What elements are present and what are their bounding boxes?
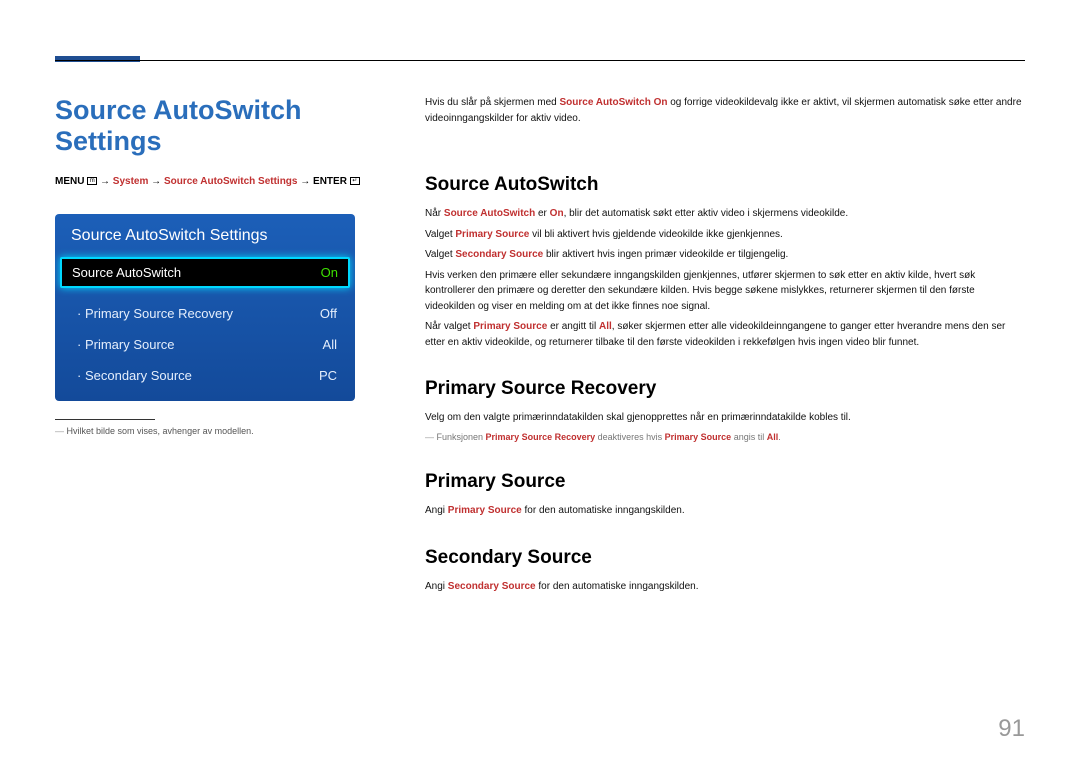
header-rule: [55, 60, 1025, 61]
breadcrumb-system: System: [113, 176, 149, 187]
menu-panel: Source AutoSwitch Settings Source AutoSw…: [55, 214, 355, 401]
header-accent: [55, 56, 140, 62]
menu-icon: m: [87, 177, 97, 185]
menu-item-primary-source[interactable]: Primary Source All: [55, 329, 355, 360]
section-heading-autoswitch: Source AutoSwitch: [425, 174, 1025, 196]
menu-item-primary-recovery[interactable]: Primary Source Recovery Off: [55, 298, 355, 329]
body-text: Angi Primary Source for den automatiske …: [425, 503, 1025, 519]
section-heading-secondary: Secondary Source: [425, 547, 1025, 569]
page-title: Source AutoSwitch Settings: [55, 95, 385, 157]
menu-item-label: Primary Source Recovery: [77, 306, 233, 321]
menu-item-label: Source AutoSwitch: [72, 265, 181, 280]
body-text: Valget Secondary Source blir aktivert hv…: [425, 247, 1025, 263]
menu-item-label: Primary Source: [77, 337, 175, 352]
body-text: Angi Secondary Source for den automatisk…: [425, 579, 1025, 595]
intro-text: Hvis du slår på skjermen med Source Auto…: [425, 95, 1025, 126]
footnote: Hvilket bilde som vises, avhenger av mod…: [55, 426, 385, 436]
left-column: Source AutoSwitch Settings MENU m → Syst…: [55, 95, 385, 599]
body-text: Når valget Primary Source er angitt til …: [425, 319, 1025, 350]
menu-item-source-autoswitch[interactable]: Source AutoSwitch On: [60, 257, 350, 288]
section-heading-recovery: Primary Source Recovery: [425, 378, 1025, 400]
right-column: Hvis du slår på skjermen med Source Auto…: [425, 95, 1025, 599]
menu-item-secondary-source[interactable]: Secondary Source PC: [55, 360, 355, 391]
menu-item-value: On: [321, 265, 338, 280]
body-text: Valget Primary Source vil bli aktivert h…: [425, 227, 1025, 243]
section-heading-primary: Primary Source: [425, 471, 1025, 493]
menu-item-value: Off: [320, 306, 337, 321]
menu-item-label: Secondary Source: [77, 368, 192, 383]
menu-panel-title: Source AutoSwitch Settings: [55, 214, 355, 257]
breadcrumb-enter: ENTER: [313, 176, 347, 187]
breadcrumb: MENU m → System → Source AutoSwitch Sett…: [55, 175, 385, 189]
breadcrumb-menu: MENU: [55, 176, 84, 187]
breadcrumb-settings: Source AutoSwitch Settings: [164, 176, 298, 187]
menu-item-value: PC: [319, 368, 337, 383]
menu-item-value: All: [323, 337, 337, 352]
footnote-separator: [55, 419, 155, 420]
body-text: Velg om den valgte primærinndatakilden s…: [425, 410, 1025, 426]
note-text: Funksjonen Primary Source Recovery deakt…: [425, 431, 1025, 444]
body-text: Hvis verken den primære eller sekundære …: [425, 268, 1025, 315]
body-text: Når Source AutoSwitch er On, blir det au…: [425, 206, 1025, 222]
enter-icon: ↵: [350, 177, 360, 185]
page-number: 91: [998, 715, 1025, 743]
